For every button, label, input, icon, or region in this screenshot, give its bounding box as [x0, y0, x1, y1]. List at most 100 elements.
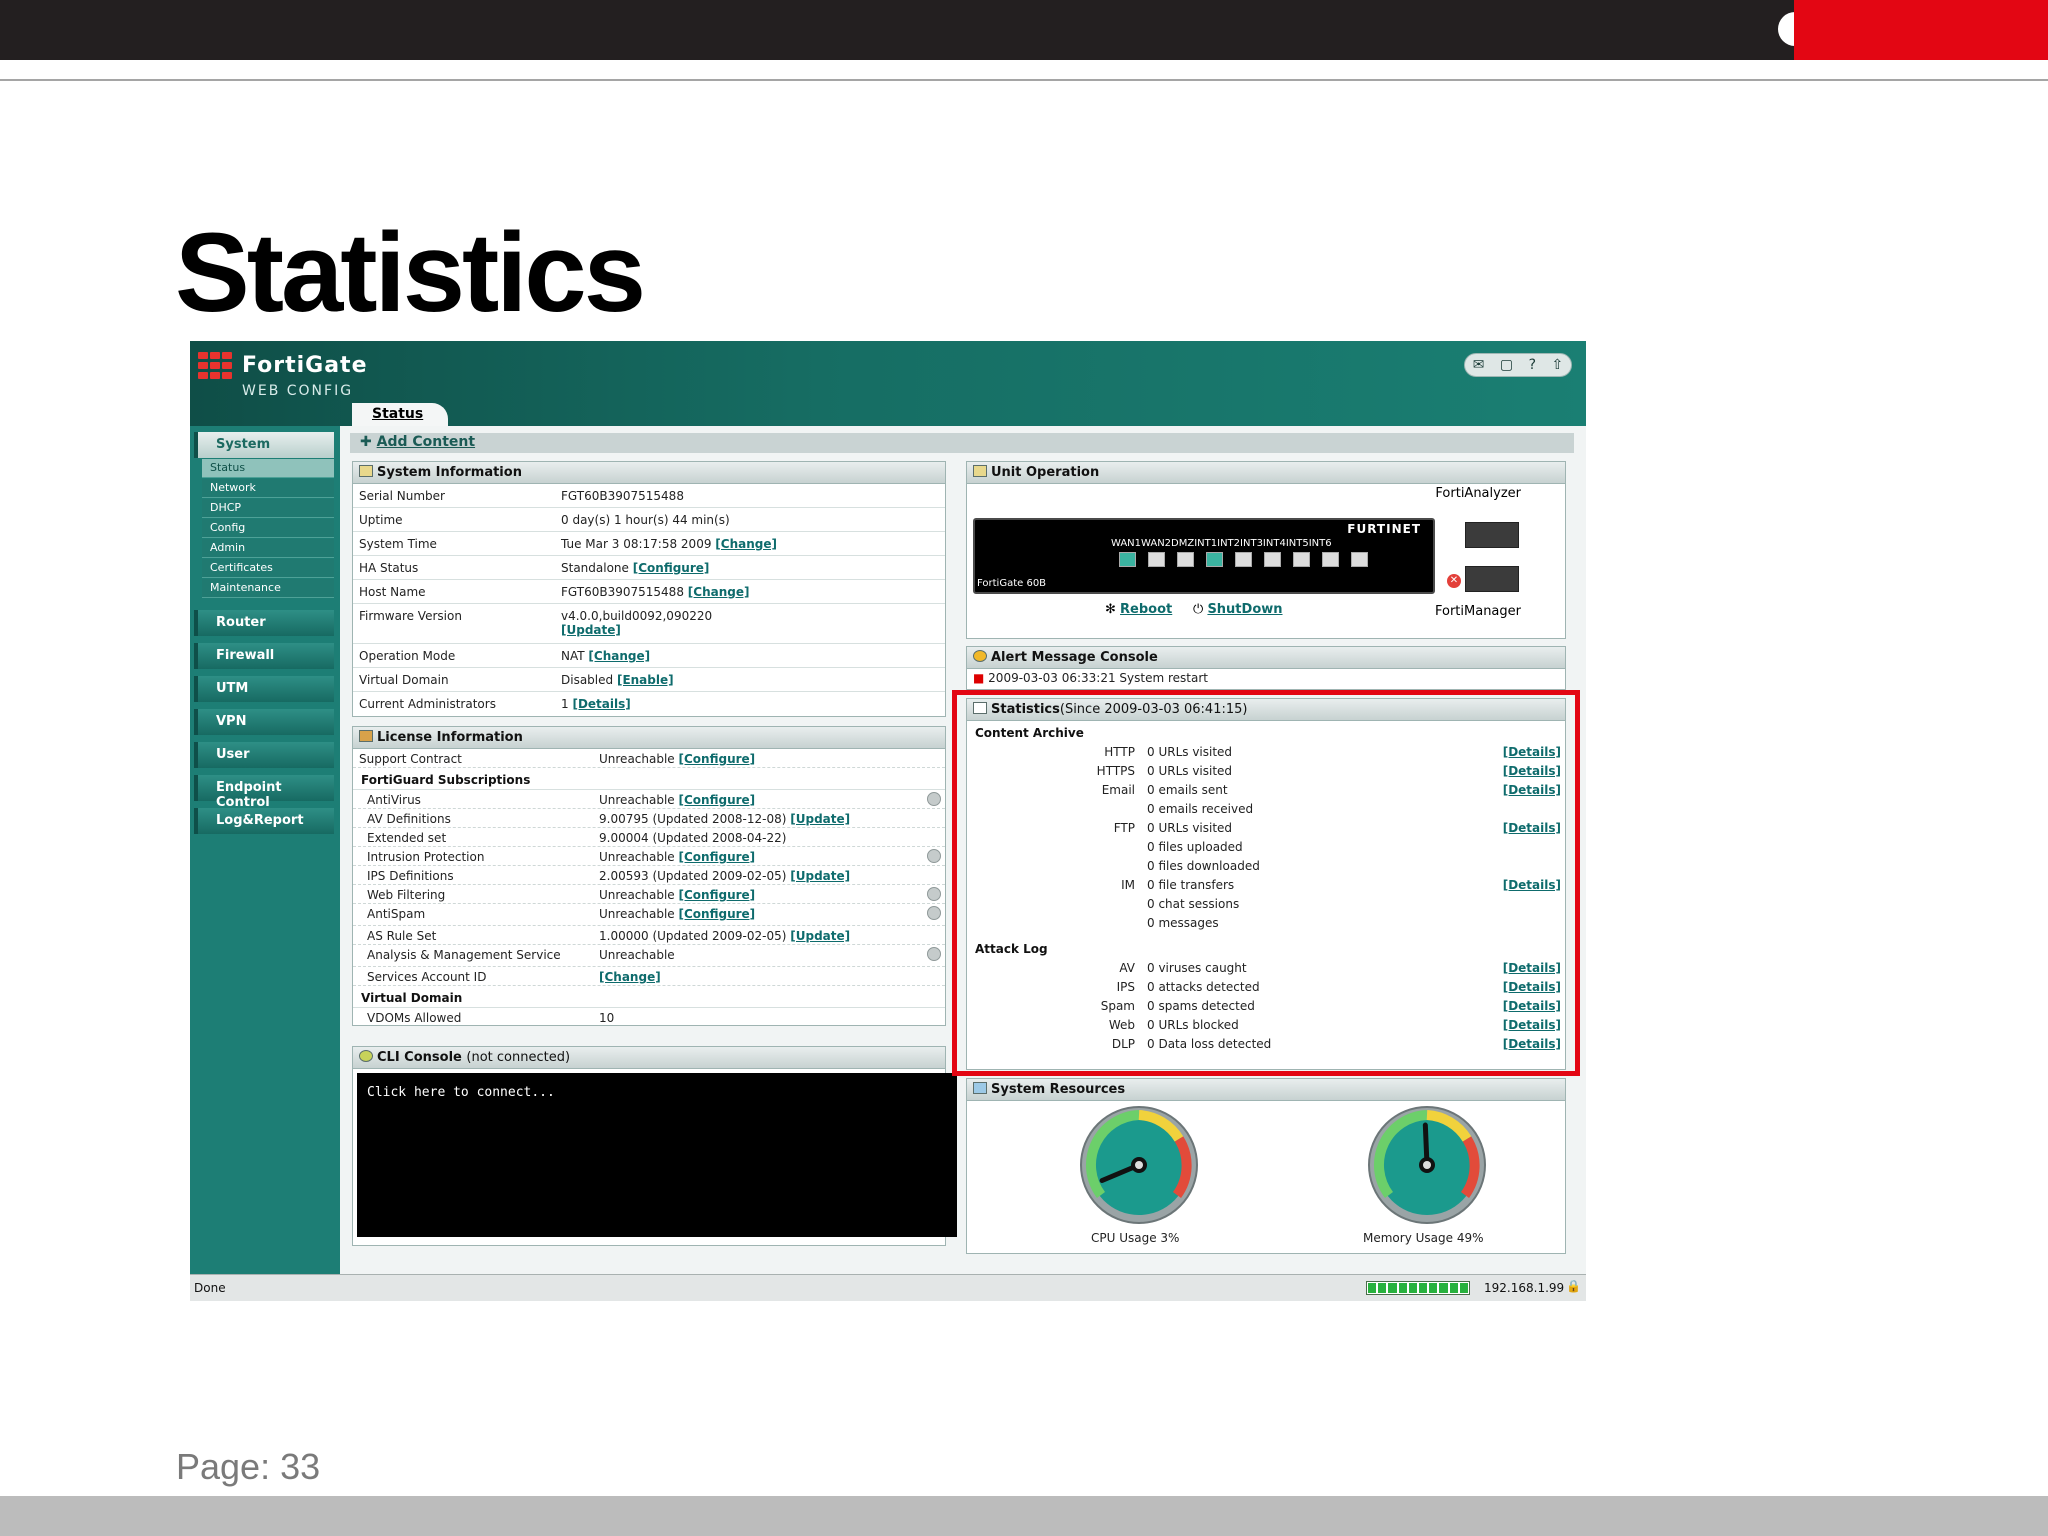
help-icon[interactable]: ?: [1529, 357, 1536, 373]
change-account-link[interactable]: [Change]: [599, 970, 661, 984]
sidebar-group-utm[interactable]: UTM: [194, 676, 334, 702]
sidebar-item-status[interactable]: Status: [202, 459, 334, 478]
section-title: Virtual Domain: [353, 986, 945, 1008]
reboot-label: Reboot: [1120, 602, 1173, 617]
fortimanager-device-icon[interactable]: [1465, 566, 1519, 592]
sidebar-item-config[interactable]: Config: [202, 519, 334, 538]
sidebar-item-admin[interactable]: Admin: [202, 539, 334, 558]
row-label: AntiSpam: [367, 907, 426, 921]
speech-icon[interactable]: ✉: [1473, 357, 1485, 373]
cpu-usage-label: CPU Usage 3%: [1091, 1231, 1180, 1245]
sidebar: System Status Network DHCP Config Admin …: [190, 426, 340, 1274]
row-value: 1.00000 (Updated 2009-02-05) [Update]: [599, 929, 851, 943]
sidebar-group-user[interactable]: User: [194, 742, 334, 768]
update-av-link[interactable]: [Update]: [790, 812, 850, 826]
configure-ha-link[interactable]: [Configure]: [633, 561, 710, 575]
port-icon[interactable]: [1235, 552, 1252, 567]
sidebar-group-logreport[interactable]: Log&Report: [194, 808, 334, 834]
plus-icon: ✚: [360, 434, 372, 450]
panel-header: System Resources: [967, 1079, 1565, 1101]
status-icon: [927, 849, 941, 863]
row-label: Serial Number: [359, 489, 445, 503]
table-row: AV Definitions 9.00795 (Updated 2008-12-0…: [353, 809, 945, 828]
logout-icon[interactable]: ⇧: [1551, 357, 1563, 373]
progress-bar: [1366, 1281, 1470, 1295]
memory-usage-label: Memory Usage 49%: [1363, 1231, 1484, 1245]
table-row: AntiVirus Unreachable [Configure]: [353, 790, 945, 809]
sidebar-group-endpoint-control[interactable]: Endpoint Control: [194, 775, 334, 810]
change-time-link[interactable]: [Change]: [715, 537, 777, 551]
row-label: Operation Mode: [359, 649, 456, 663]
row-label: Host Name: [359, 585, 426, 599]
configure-antispam-link[interactable]: [Configure]: [679, 907, 756, 921]
configure-antivirus-link[interactable]: [Configure]: [679, 793, 756, 807]
cli-prompt: Click here to connect...: [367, 1085, 555, 1100]
row-value: FGT60B3907515488: [561, 489, 684, 503]
row-label: Analysis & Management Service: [367, 948, 561, 962]
system-information-panel: System Information Serial Number FGT60B39…: [352, 461, 946, 717]
port-icon[interactable]: [1177, 552, 1194, 567]
sidebar-item-network[interactable]: Network: [202, 479, 334, 498]
row-value: 9.00795 (Updated 2008-12-08) [Update]: [599, 812, 851, 826]
add-content-link[interactable]: Add Content: [377, 434, 475, 450]
change-mode-link[interactable]: [Change]: [588, 649, 650, 663]
panel-title: System Resources: [991, 1082, 1126, 1097]
row-value: 9.00004 (Updated 2008-04-22): [599, 831, 787, 845]
gauges: [1080, 1106, 1486, 1224]
sidebar-item-dhcp[interactable]: DHCP: [202, 499, 334, 518]
table-row: Web Filtering Unreachable [Configure]: [353, 885, 945, 904]
row-value: Unreachable [Configure]: [599, 888, 756, 902]
port-icon[interactable]: [1119, 552, 1136, 567]
row-value: Unreachable [Configure]: [599, 752, 756, 766]
row-value: Unreachable [Configure]: [599, 793, 756, 807]
sidebar-group-system[interactable]: System: [194, 432, 334, 458]
change-hostname-link[interactable]: [Change]: [688, 585, 750, 599]
panel-title: License Information: [377, 730, 523, 745]
panel-header: Alert Message Console: [967, 647, 1565, 669]
row-label: AV Definitions: [367, 812, 451, 826]
fortimanager-label: FortiManager: [1434, 604, 1521, 619]
sidebar-item-maintenance[interactable]: Maintenance: [202, 579, 334, 598]
sidebar-group-router[interactable]: Router: [194, 610, 334, 636]
slide-top-bar: [0, 0, 2048, 60]
reboot-button[interactable]: ✻ Reboot: [1105, 602, 1172, 617]
port-icon[interactable]: [1148, 552, 1165, 567]
cli-terminal[interactable]: Click here to connect...: [357, 1073, 957, 1237]
port-icon[interactable]: [1264, 552, 1281, 567]
update-firmware-link[interactable]: [Update]: [561, 623, 621, 637]
fortianalyzer-device-icon[interactable]: [1465, 522, 1519, 548]
row-label: Uptime: [359, 513, 403, 527]
panel-title: System Information: [377, 465, 522, 480]
resources-icon: [973, 1082, 987, 1094]
sidebar-group-firewall[interactable]: Firewall: [194, 643, 334, 669]
configure-ips-link[interactable]: [Configure]: [679, 850, 756, 864]
shutdown-button[interactable]: ⏻ ShutDown: [1193, 602, 1283, 617]
update-as-link[interactable]: [Update]: [790, 929, 850, 943]
slide-bottom-bar: [0, 1496, 2048, 1536]
enable-vdom-link[interactable]: [Enable]: [617, 673, 674, 687]
update-ips-link[interactable]: [Update]: [790, 869, 850, 883]
license-icon: [359, 730, 373, 742]
cli-console-panel: CLI Console (not connected) Click here t…: [352, 1046, 957, 1246]
sidebar-group-vpn[interactable]: VPN: [194, 709, 334, 735]
section-title: FortiGuard Subscriptions: [353, 768, 945, 790]
port-icon[interactable]: [1351, 552, 1368, 567]
table-row: Host Name FGT60B3907515488 [Change]: [353, 580, 945, 604]
admin-details-link[interactable]: [Details]: [572, 697, 630, 711]
tab-status[interactable]: Status: [352, 403, 448, 427]
sidebar-item-certificates[interactable]: Certificates: [202, 559, 334, 578]
table-row: Operation Mode NAT [Change]: [353, 644, 945, 668]
table-row: IPS Definitions 2.00593 (Updated 2009-02-…: [353, 866, 945, 885]
row-value: NAT [Change]: [561, 649, 651, 663]
table-row: VDOMs Allowed 10: [353, 1008, 945, 1027]
configure-support-link[interactable]: [Configure]: [679, 752, 756, 766]
port-icon[interactable]: [1206, 552, 1223, 567]
configure-webfilter-link[interactable]: [Configure]: [679, 888, 756, 902]
save-icon[interactable]: ▢: [1500, 357, 1513, 373]
row-label: System Time: [359, 537, 437, 551]
row-value: 2.00593 (Updated 2009-02-05) [Update]: [599, 869, 851, 883]
device-front-panel: FURTINET WAN1WAN2DMZINT1INT2INT3INT4INT5…: [973, 518, 1435, 594]
device-ports: [1119, 552, 1368, 567]
port-icon[interactable]: [1322, 552, 1339, 567]
port-icon[interactable]: [1293, 552, 1310, 567]
